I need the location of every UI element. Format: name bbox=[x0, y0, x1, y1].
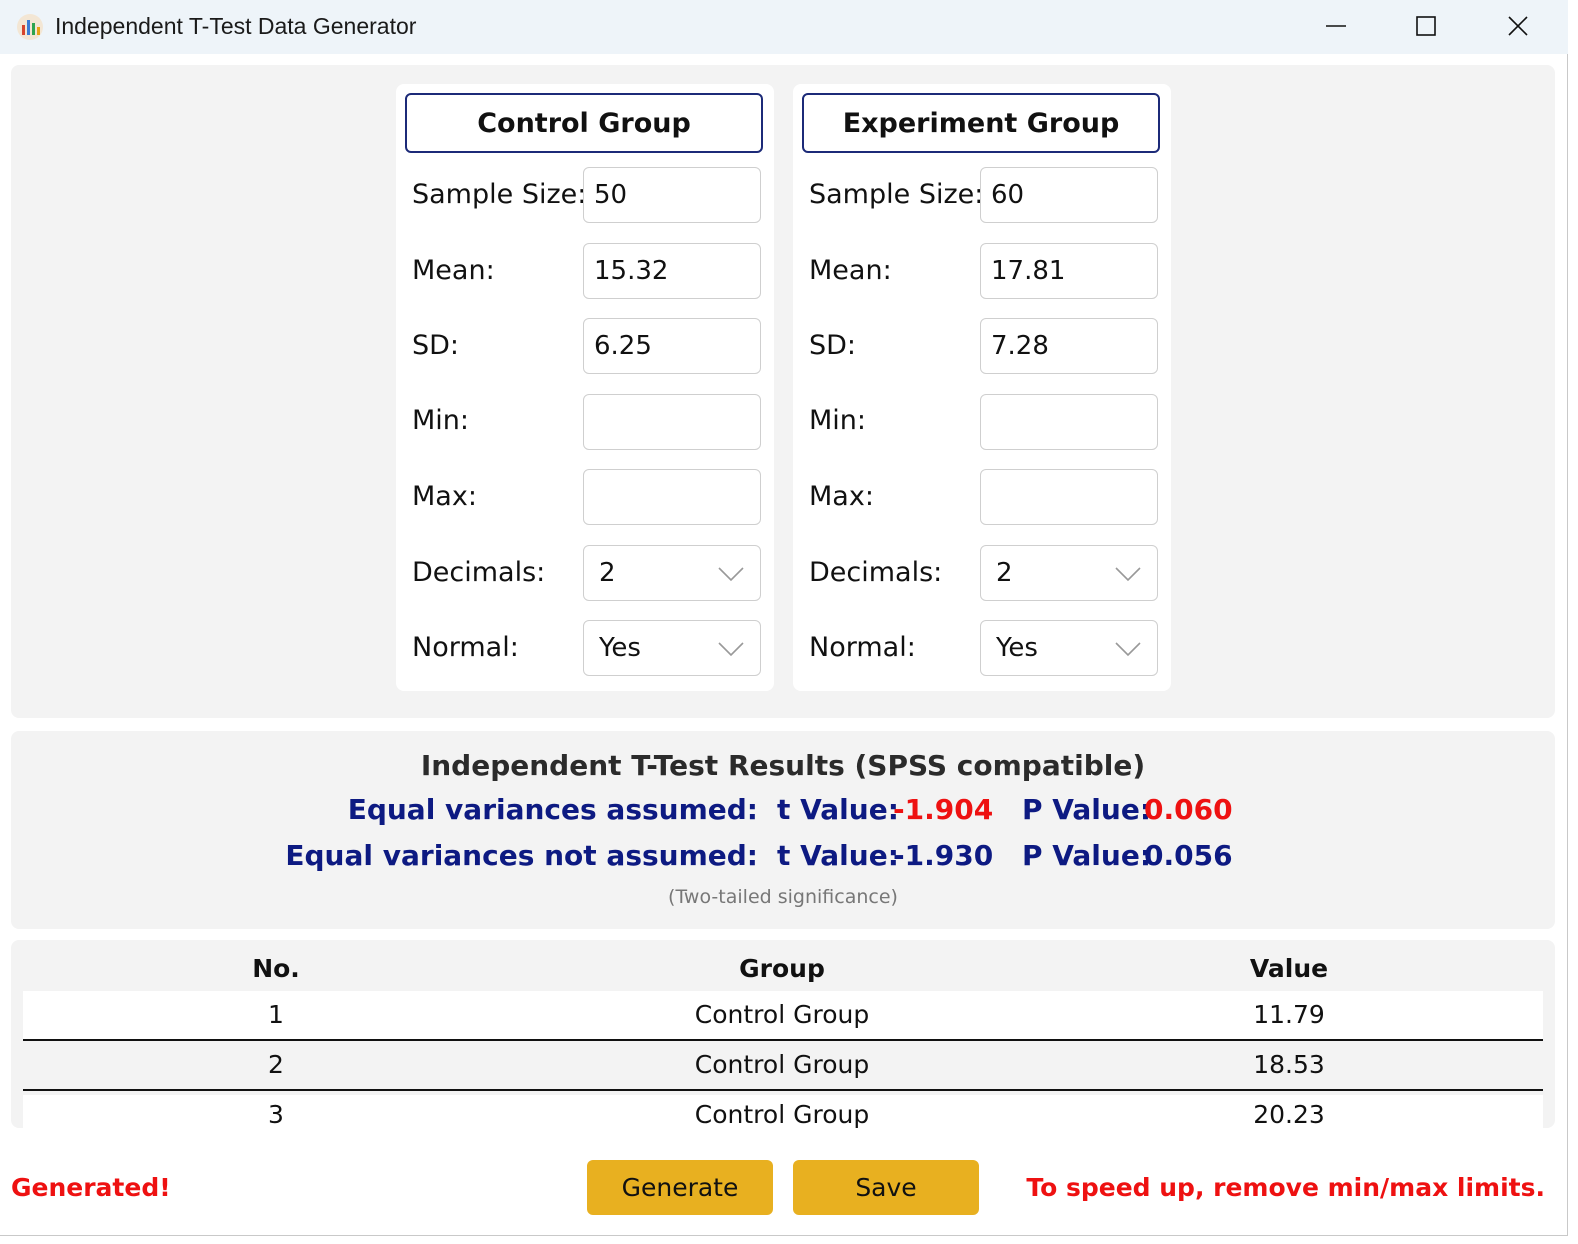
equal-t-value: -1.904 bbox=[893, 793, 994, 826]
maximize-button[interactable] bbox=[1380, 0, 1472, 54]
status-message: Generated! bbox=[11, 1173, 171, 1202]
normal-value: Yes bbox=[996, 633, 1038, 663]
unequal-t-label: t Value: bbox=[777, 839, 899, 872]
minimize-button[interactable] bbox=[1290, 0, 1382, 54]
group-header: Control Group bbox=[405, 93, 763, 153]
decimals-label: Decimals: bbox=[809, 557, 943, 588]
table-row[interactable]: 3 Control Group 20.23 bbox=[23, 1095, 1543, 1128]
cell-value: 18.53 bbox=[1253, 1050, 1325, 1079]
window-title: Independent T-Test Data Generator bbox=[55, 13, 417, 39]
mean-input[interactable]: 15.32 bbox=[583, 243, 761, 299]
cell-group: Control Group bbox=[694, 1000, 870, 1029]
input-panel bbox=[11, 65, 1555, 718]
equal-p-value: 0.060 bbox=[1144, 793, 1233, 826]
significance-note: (Two-tailed significance) bbox=[668, 886, 898, 908]
decimals-value: 2 bbox=[599, 558, 616, 588]
maximize-icon bbox=[1416, 16, 1436, 36]
experiment-group-card: Experiment Group Sample Size: 60 Mean: 1… bbox=[793, 84, 1171, 691]
sd-label: SD: bbox=[412, 330, 460, 361]
equal-variances-label: Equal variances assumed: bbox=[347, 793, 758, 826]
normal-value: Yes bbox=[599, 633, 641, 663]
cell-no: 1 bbox=[268, 1000, 284, 1029]
normal-select[interactable]: Yes bbox=[980, 620, 1158, 676]
control-group-card: Control Group Sample Size: 50 Mean: 15.3… bbox=[396, 84, 774, 691]
chevron-down-icon bbox=[718, 642, 744, 657]
chevron-down-icon bbox=[1115, 567, 1141, 582]
sample-size-input[interactable]: 50 bbox=[583, 167, 761, 223]
mean-input[interactable]: 17.81 bbox=[980, 243, 1158, 299]
min-label: Min: bbox=[412, 405, 470, 436]
sample-size-input[interactable]: 60 bbox=[980, 167, 1158, 223]
max-label: Max: bbox=[809, 481, 874, 512]
generate-button[interactable]: Generate bbox=[587, 1160, 773, 1215]
table-row[interactable]: 2 Control Group 18.53 bbox=[23, 1041, 1543, 1091]
max-input[interactable] bbox=[980, 469, 1158, 525]
max-input[interactable] bbox=[583, 469, 761, 525]
app-window: Independent T-Test Data Generator Contro… bbox=[0, 0, 1568, 1236]
results-panel: Independent T-Test Results (SPSS compati… bbox=[11, 731, 1555, 929]
unequal-t-value: -1.930 bbox=[893, 839, 994, 872]
save-button[interactable]: Save bbox=[793, 1160, 979, 1215]
cell-group: Control Group bbox=[694, 1100, 870, 1128]
normal-label: Normal: bbox=[809, 632, 916, 663]
unequal-variances-label: Equal variances not assumed: bbox=[285, 839, 758, 872]
close-icon bbox=[1508, 16, 1528, 36]
decimals-label: Decimals: bbox=[412, 557, 546, 588]
equal-t-label: t Value: bbox=[777, 793, 899, 826]
close-button[interactable] bbox=[1472, 0, 1564, 54]
min-input[interactable] bbox=[583, 394, 761, 450]
max-label: Max: bbox=[412, 481, 477, 512]
bar-chart-icon bbox=[16, 13, 44, 41]
column-header-value[interactable]: Value bbox=[1250, 954, 1328, 983]
speed-hint: To speed up, remove min/max limits. bbox=[1026, 1173, 1545, 1202]
data-table[interactable]: No. Group Value 1 Control Group 11.79 2 … bbox=[11, 940, 1555, 1128]
sample-size-label: Sample Size: bbox=[809, 179, 984, 210]
sd-label: SD: bbox=[809, 330, 857, 361]
mean-label: Mean: bbox=[809, 255, 892, 286]
cell-no: 2 bbox=[268, 1050, 284, 1079]
title-bar: Independent T-Test Data Generator bbox=[0, 0, 1568, 54]
cell-value: 20.23 bbox=[1253, 1100, 1325, 1128]
group-header: Experiment Group bbox=[802, 93, 1160, 153]
mean-label: Mean: bbox=[412, 255, 495, 286]
equal-p-label: P Value: bbox=[1022, 793, 1152, 826]
unequal-p-value: 0.056 bbox=[1144, 839, 1233, 872]
decimals-value: 2 bbox=[996, 558, 1013, 588]
normal-select[interactable]: Yes bbox=[583, 620, 761, 676]
decimals-select[interactable]: 2 bbox=[980, 545, 1158, 601]
chevron-down-icon bbox=[718, 567, 744, 582]
results-title: Independent T-Test Results (SPSS compati… bbox=[420, 749, 1146, 782]
column-header-no[interactable]: No. bbox=[252, 954, 300, 983]
decimals-select[interactable]: 2 bbox=[583, 545, 761, 601]
cell-group: Control Group bbox=[694, 1050, 870, 1079]
table-row[interactable]: 1 Control Group 11.79 bbox=[23, 991, 1543, 1041]
sd-input[interactable]: 7.28 bbox=[980, 318, 1158, 374]
minimize-icon bbox=[1326, 25, 1346, 27]
column-header-group[interactable]: Group bbox=[739, 954, 825, 983]
min-input[interactable] bbox=[980, 394, 1158, 450]
cell-value: 11.79 bbox=[1253, 1000, 1325, 1029]
normal-label: Normal: bbox=[412, 632, 519, 663]
unequal-p-label: P Value: bbox=[1022, 839, 1152, 872]
cell-no: 3 bbox=[268, 1100, 284, 1128]
sample-size-label: Sample Size: bbox=[412, 179, 587, 210]
sd-input[interactable]: 6.25 bbox=[583, 318, 761, 374]
chevron-down-icon bbox=[1115, 642, 1141, 657]
min-label: Min: bbox=[809, 405, 867, 436]
